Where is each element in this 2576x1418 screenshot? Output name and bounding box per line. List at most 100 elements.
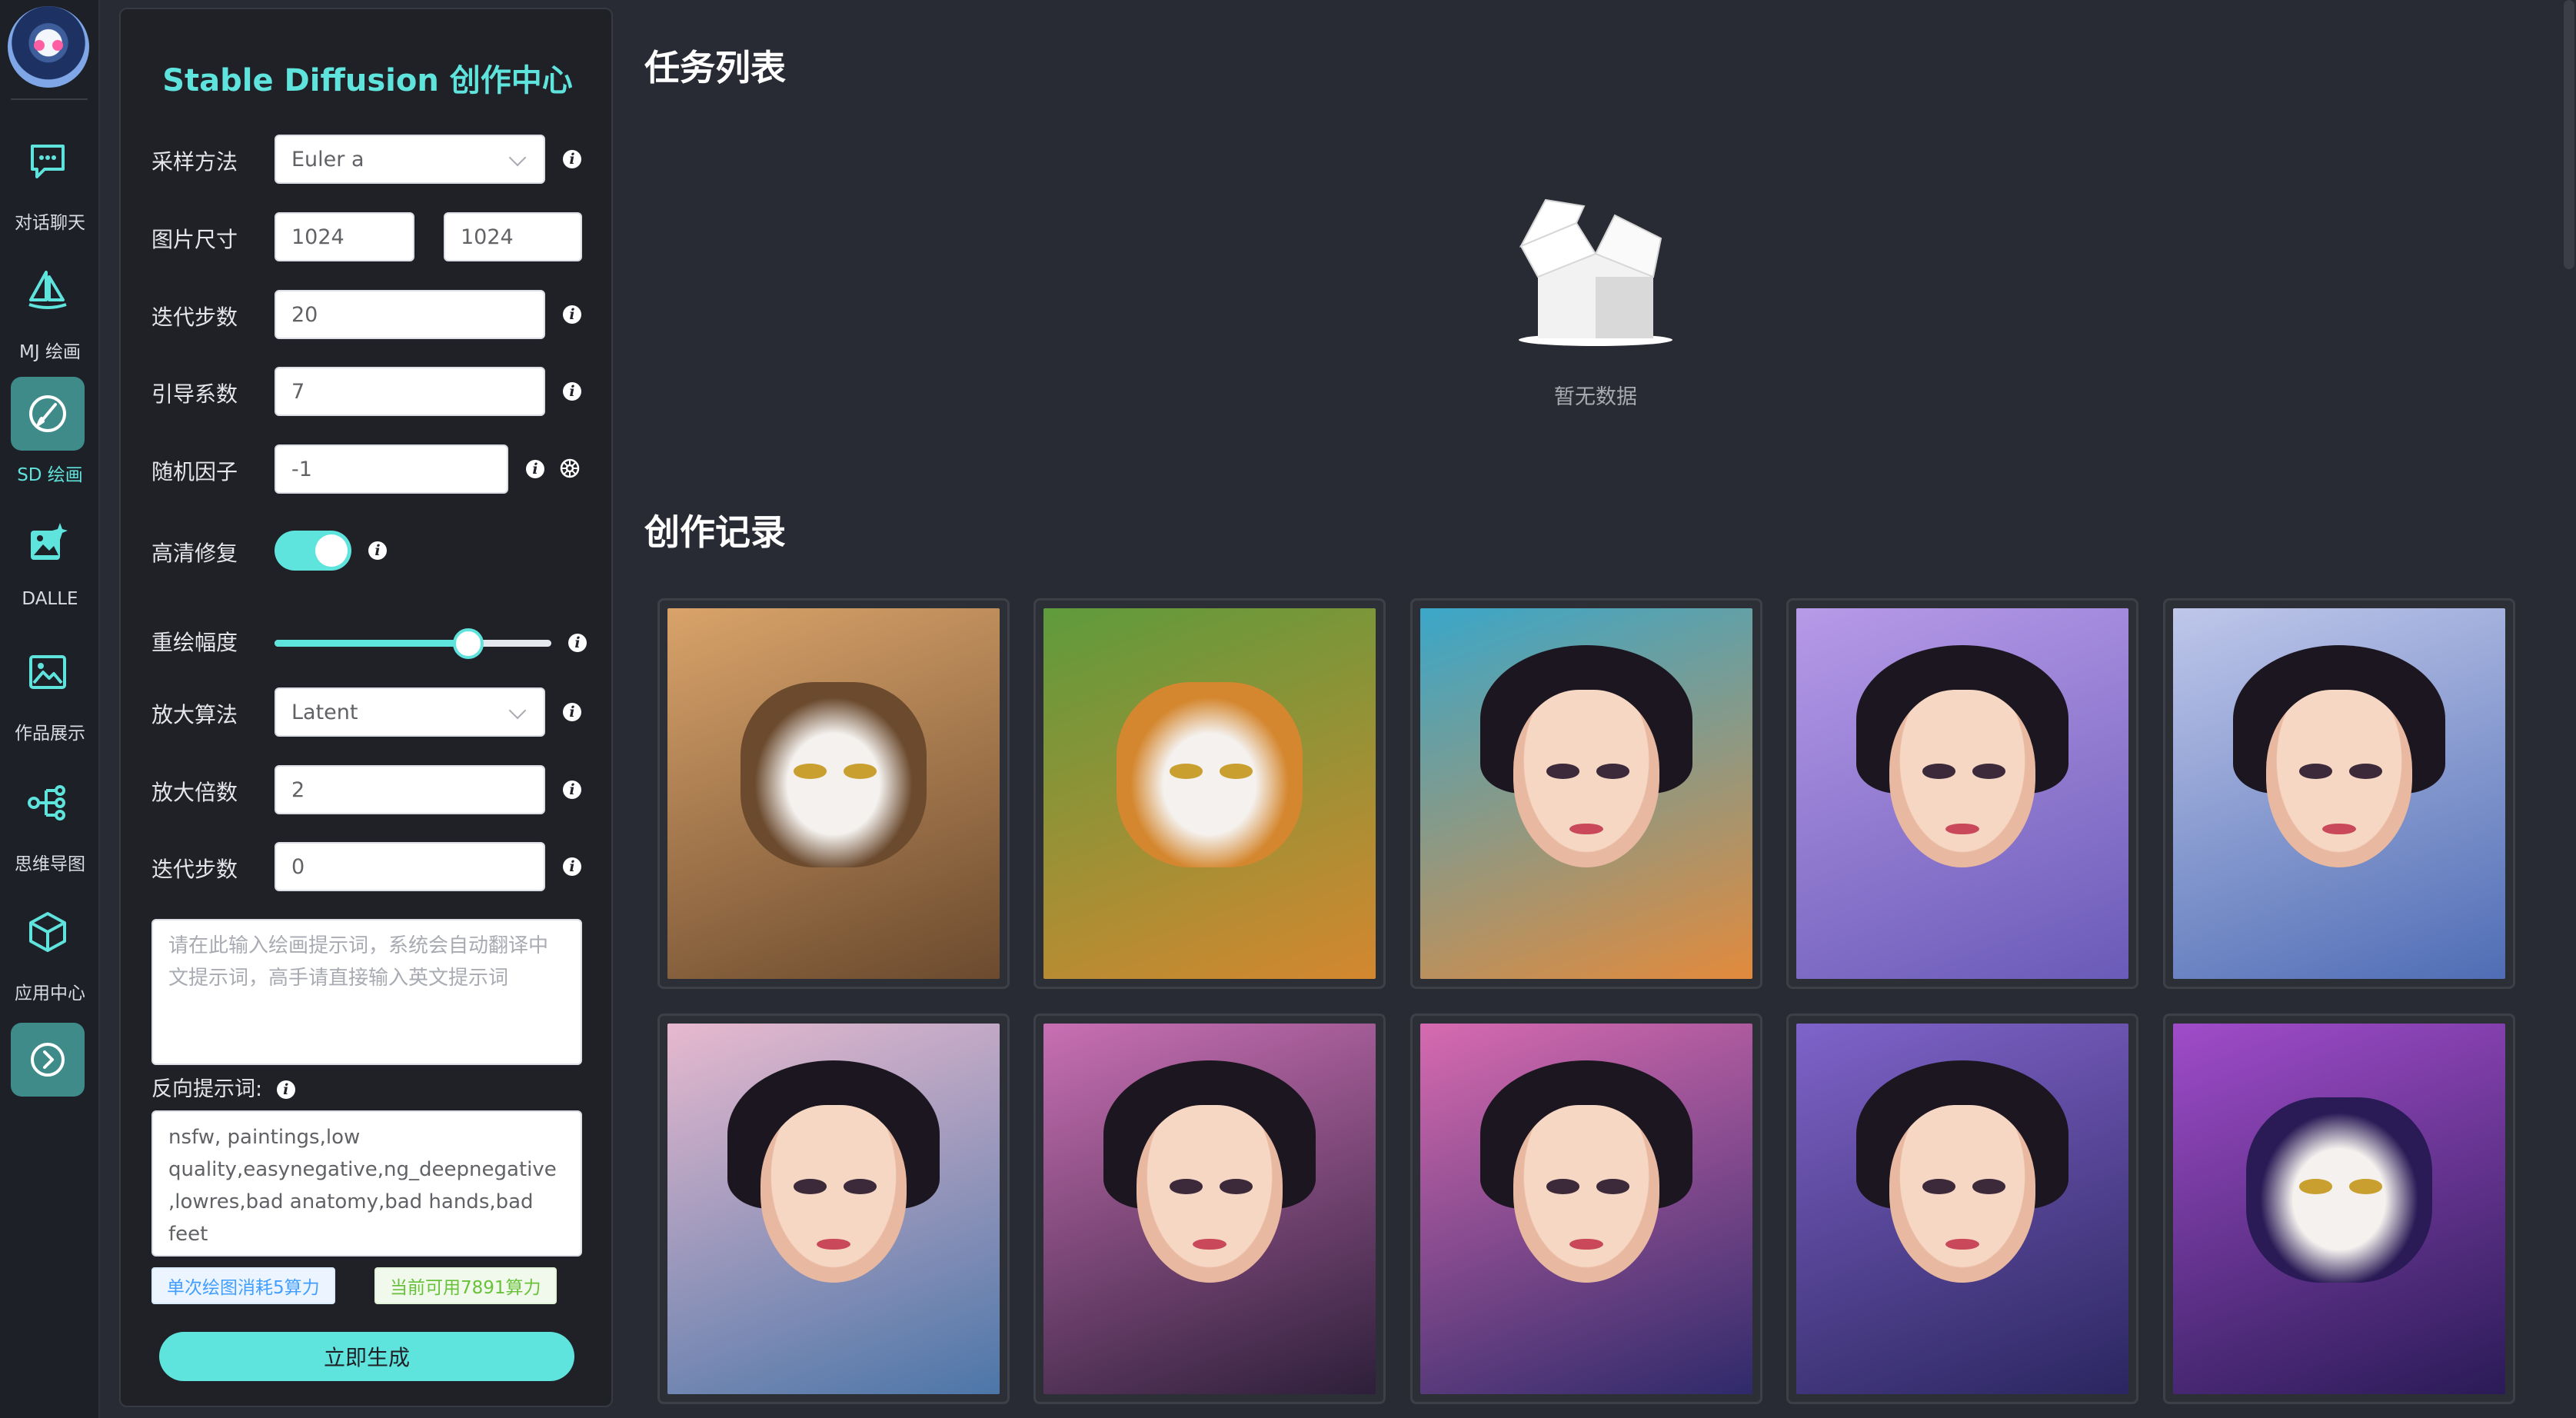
expand-nav-button[interactable] bbox=[11, 1023, 85, 1097]
nav-item-sd[interactable]: SD 绘画 bbox=[0, 377, 100, 500]
info-icon[interactable]: i bbox=[563, 857, 581, 876]
gallery-thumbnail[interactable] bbox=[657, 1014, 1010, 1404]
info-icon[interactable]: i bbox=[368, 541, 387, 560]
size-row: 图片尺寸 1024 1024 bbox=[121, 212, 614, 261]
generated-image-girl-blue-eyes bbox=[1796, 1024, 2128, 1394]
nav-label-dalle: DALLE bbox=[22, 589, 78, 609]
nav-item-dalle[interactable]: DALLE bbox=[0, 506, 100, 629]
generated-image-woman-blue-hanfu bbox=[2173, 608, 2505, 979]
avatar[interactable] bbox=[8, 6, 89, 88]
scrollbar[interactable] bbox=[2564, 0, 2574, 269]
nav-label-gallery: 作品展示 bbox=[15, 724, 85, 744]
brush-icon bbox=[11, 377, 85, 451]
generated-image-woman-kimono bbox=[667, 1024, 1000, 1394]
hires-row: 高清修复 i bbox=[121, 531, 614, 580]
width-input[interactable]: 1024 bbox=[275, 212, 414, 261]
hires-toggle[interactable] bbox=[275, 531, 351, 571]
denoise-label: 重绘幅度 bbox=[151, 630, 238, 655]
negative-prompt-textarea[interactable]: nsfw, paintings,low quality,easynegative… bbox=[151, 1110, 582, 1257]
hires-steps-input[interactable]: 0 bbox=[275, 842, 545, 891]
generated-image-girl-purple-dress bbox=[1796, 608, 2128, 979]
hires-steps-row: 迭代步数 0 i bbox=[121, 842, 614, 891]
generated-image-woman-flowers bbox=[1420, 1024, 1752, 1394]
scale-row: 放大倍数 2 i bbox=[121, 765, 614, 814]
sampler-label: 采样方法 bbox=[151, 149, 238, 175]
left-nav: 对话聊天 MJ 绘画 SD 绘画 DALLE 作品展示 思维导图 应用中心 bbox=[0, 0, 100, 1418]
hires-label: 高清修复 bbox=[151, 541, 238, 566]
cfg-label: 引导系数 bbox=[151, 381, 238, 407]
nav-item-mindmap[interactable]: 思维导图 bbox=[0, 766, 100, 889]
nav-divider bbox=[11, 98, 88, 100]
panel-title: Stable Diffusion 创作中心 bbox=[162, 63, 573, 98]
task-list-title: 任务列表 bbox=[644, 47, 786, 88]
steps-row: 迭代步数 20 i bbox=[121, 290, 614, 339]
prompt-textarea[interactable]: 请在此输入绘画提示词，系统会自动翻译中文提示词，高手请直接输入英文提示词 bbox=[151, 919, 582, 1065]
info-icon[interactable]: i bbox=[563, 382, 581, 401]
nav-item-mj[interactable]: MJ 绘画 bbox=[0, 254, 100, 377]
info-icon[interactable]: i bbox=[563, 305, 581, 324]
gallery-thumbnail[interactable] bbox=[1033, 598, 1386, 989]
info-icon[interactable]: i bbox=[563, 150, 581, 168]
chevron-right-circle-icon bbox=[31, 1043, 65, 1077]
denoise-slider[interactable] bbox=[275, 628, 551, 659]
gallery-thumbnail[interactable] bbox=[2163, 1014, 2515, 1404]
info-icon[interactable]: i bbox=[563, 703, 581, 721]
sampler-row: 采样方法 Euler a i bbox=[121, 135, 614, 184]
nav-label-mj: MJ 绘画 bbox=[19, 342, 81, 362]
nav-item-apps[interactable]: 应用中心 bbox=[0, 895, 100, 1018]
sailboat-icon bbox=[11, 254, 85, 328]
upscaler-label: 放大算法 bbox=[151, 702, 238, 727]
steps-input[interactable]: 20 bbox=[275, 290, 545, 339]
gallery-thumbnail[interactable] bbox=[1033, 1014, 1386, 1404]
mindmap-icon bbox=[11, 766, 85, 840]
info-icon[interactable]: i bbox=[568, 634, 587, 652]
cfg-input[interactable]: 7 bbox=[275, 367, 545, 416]
generate-button[interactable]: 立即生成 bbox=[159, 1332, 574, 1381]
upscaler-select[interactable]: Latent bbox=[275, 687, 545, 737]
seed-row: 随机因子 -1 i bbox=[121, 444, 614, 494]
nav-label-apps: 应用中心 bbox=[15, 984, 85, 1004]
cube-icon bbox=[11, 895, 85, 969]
upscaler-row: 放大算法 Latent i bbox=[121, 687, 614, 737]
chat-icon bbox=[11, 125, 85, 198]
steps-label: 迭代步数 bbox=[151, 305, 238, 330]
generated-image-woman-portrait bbox=[1420, 608, 1752, 979]
empty-box-icon bbox=[1519, 198, 1672, 346]
cost-tag: 单次绘图消耗5算力 bbox=[151, 1267, 335, 1304]
generated-image-woman-jewel bbox=[1043, 1024, 1376, 1394]
info-icon[interactable]: i bbox=[563, 781, 581, 799]
slider-handle[interactable] bbox=[453, 628, 484, 659]
balance-tag: 当前可用7891算力 bbox=[374, 1267, 557, 1304]
nav-label-sd: SD 绘画 bbox=[17, 465, 83, 485]
gallery-thumbnail[interactable] bbox=[657, 598, 1010, 989]
negative-prompt-label: 反向提示词: i bbox=[151, 1072, 295, 1102]
nav-item-gallery[interactable]: 作品展示 bbox=[0, 635, 100, 758]
hires-steps-label: 迭代步数 bbox=[151, 857, 238, 882]
gallery-thumbnail[interactable] bbox=[1410, 1014, 1762, 1404]
size-label: 图片尺寸 bbox=[151, 227, 238, 252]
random-seed-icon[interactable] bbox=[558, 457, 581, 480]
gallery-thumbnail[interactable] bbox=[1410, 598, 1762, 989]
generated-image-cat bbox=[667, 608, 1000, 979]
gallery-thumbnail[interactable] bbox=[1786, 1014, 2138, 1404]
nav-item-chat[interactable]: 对话聊天 bbox=[0, 125, 100, 248]
gallery-thumbnail[interactable] bbox=[2163, 598, 2515, 989]
denoise-row: 重绘幅度 i bbox=[121, 617, 614, 666]
seed-input[interactable]: -1 bbox=[275, 444, 508, 494]
seed-label: 随机因子 bbox=[151, 459, 238, 484]
nav-label-mindmap: 思维导图 bbox=[15, 854, 85, 874]
info-icon[interactable]: i bbox=[276, 1080, 295, 1099]
generated-image-tiger bbox=[1043, 608, 1376, 979]
cfg-row: 引导系数 7 i bbox=[121, 367, 614, 416]
gallery-icon bbox=[11, 635, 85, 709]
height-input[interactable]: 1024 bbox=[444, 212, 582, 261]
generated-image-fluffy-cat bbox=[2173, 1024, 2505, 1394]
info-icon[interactable]: i bbox=[526, 460, 544, 478]
gallery-thumbnail[interactable] bbox=[1786, 598, 2138, 989]
scale-input[interactable]: 2 bbox=[275, 765, 545, 814]
records-title: 创作记录 bbox=[644, 511, 786, 553]
scale-label: 放大倍数 bbox=[151, 780, 238, 805]
sd-settings-panel: Stable Diffusion 创作中心 采样方法 Euler a i 图片尺… bbox=[119, 8, 613, 1407]
sampler-select[interactable]: Euler a bbox=[275, 135, 545, 184]
image-sparkle-icon bbox=[11, 506, 85, 580]
